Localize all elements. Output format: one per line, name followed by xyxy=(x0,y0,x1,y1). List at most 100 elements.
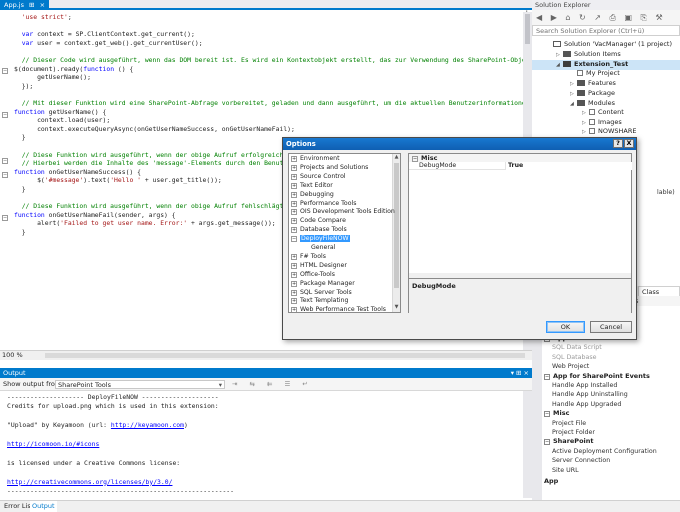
expand-icon[interactable]: + xyxy=(291,182,297,189)
solution-explorer-toolbar[interactable]: ◀ ▶ ⌂ ↻ ↗ ⎙ ▣ ⎘ ⚒ ▷ xyxy=(532,10,680,37)
collapse-icon[interactable]: − xyxy=(544,411,550,418)
group-header[interactable]: − SharePoint xyxy=(544,437,594,446)
list-item[interactable]: Active Deployment Configuration xyxy=(552,447,657,456)
zoom-level[interactable]: 100 % xyxy=(2,351,23,359)
expand-icon[interactable]: + xyxy=(291,307,297,312)
expand-icon[interactable]: + xyxy=(291,289,297,296)
tree-node[interactable]: ▷ Solution Items xyxy=(556,50,621,60)
panel-controls-icon[interactable]: ▾ ⊞ × xyxy=(511,368,529,378)
options-tree-item[interactable]: + Source Control xyxy=(291,173,346,180)
expand-icon[interactable]: + xyxy=(291,298,297,305)
options-tree-item[interactable]: + SQL Server Tools xyxy=(291,289,352,296)
expand-arrow-icon[interactable]: ◢ xyxy=(570,100,577,109)
options-tree-item[interactable]: + OIS Development Tools Edition xyxy=(291,208,395,216)
tab-app-js[interactable]: App.js ⊞ × xyxy=(0,0,50,10)
expand-arrow-icon[interactable]: ▷ xyxy=(570,90,577,99)
options-tree-item[interactable]: + Office-Tools xyxy=(291,271,335,278)
tree-node[interactable]: Solution 'VacManager' (1 project) xyxy=(546,40,672,49)
tree-node[interactable]: ▷ Package xyxy=(570,89,615,99)
group-header[interactable]: − Misc xyxy=(544,409,569,418)
expand-arrow-icon[interactable]: ▷ xyxy=(570,80,577,89)
collapse-icon[interactable]: − xyxy=(2,215,8,221)
options-tree-item[interactable]: + Projects and Solutions xyxy=(291,164,368,171)
expand-arrow-icon[interactable]: ▷ xyxy=(582,128,589,137)
expand-icon[interactable]: + xyxy=(291,200,297,207)
options-tree-item[interactable]: + Environment xyxy=(291,155,340,162)
expand-icon[interactable]: + xyxy=(291,209,297,216)
scrollbar-thumb[interactable] xyxy=(525,14,530,44)
list-item[interactable]: Project Folder xyxy=(552,428,595,437)
options-tree-item[interactable]: + Text Editor xyxy=(291,182,333,189)
output-source-select[interactable]: SharePoint Tools ▾ xyxy=(55,380,225,389)
expand-arrow-icon[interactable]: ▷ xyxy=(582,109,589,118)
collapse-icon[interactable]: − xyxy=(291,236,297,243)
hyperlink[interactable]: http://keyamoon.com xyxy=(111,421,184,429)
list-item[interactable]: SQL Database xyxy=(552,353,597,362)
expand-icon[interactable]: + xyxy=(291,253,297,260)
hyperlink[interactable]: http://creativecommons.org/licenses/by/3… xyxy=(7,478,172,486)
tree-node[interactable]: My Project xyxy=(570,69,620,78)
output-text-area[interactable]: -------------------- DeployFileNOW -----… xyxy=(0,391,532,498)
expand-icon[interactable]: + xyxy=(291,227,297,234)
expand-icon[interactable]: + xyxy=(291,173,297,180)
property-category[interactable]: − Misc xyxy=(409,154,631,162)
collapse-icon[interactable]: − xyxy=(2,158,8,164)
options-tree-item[interactable]: + Text Templating xyxy=(291,297,348,305)
expand-icon[interactable]: + xyxy=(291,156,297,162)
close-icon[interactable]: X xyxy=(624,139,634,148)
tree-node[interactable]: ▷ NOWSHARE xyxy=(582,127,637,137)
tree-node[interactable]: ▷ Content xyxy=(582,108,624,118)
options-tree-item[interactable]: General xyxy=(311,244,335,251)
options-tree-item[interactable]: + HTML Designer xyxy=(291,262,347,269)
list-item[interactable]: Handle App Installed xyxy=(552,381,617,390)
expand-icon[interactable]: + xyxy=(291,164,297,171)
list-item[interactable]: Handle App Upgraded xyxy=(552,400,621,409)
property-value[interactable]: True xyxy=(505,162,632,170)
horizontal-scrollbar[interactable] xyxy=(45,353,525,358)
options-tree-item[interactable]: + F# Tools xyxy=(291,253,326,260)
expand-icon[interactable]: + xyxy=(291,218,297,225)
collapse-icon[interactable]: − xyxy=(2,172,8,178)
ok-button[interactable]: OK xyxy=(546,321,585,333)
options-tree-item[interactable]: + Performance Tools xyxy=(291,200,356,207)
collapse-icon[interactable]: − xyxy=(2,112,8,118)
list-item[interactable]: Web Project xyxy=(552,362,589,371)
list-item[interactable]: Project File xyxy=(552,419,586,428)
expand-arrow-icon[interactable]: ◢ xyxy=(556,61,563,70)
close-icon[interactable]: × xyxy=(40,1,45,9)
property-row-debugmode[interactable]: DebugMode True xyxy=(409,162,632,170)
hyperlink[interactable]: http://icomoon.io/#icons xyxy=(7,440,99,448)
options-tree-item[interactable]: + Web Performance Test Tools xyxy=(291,306,386,312)
options-tree-item[interactable]: + Debugging xyxy=(291,191,334,198)
collapse-icon[interactable]: − xyxy=(544,439,550,446)
options-tree-scrollbar[interactable]: ▲ ▼ xyxy=(392,154,400,312)
list-item[interactable]: Server Connection xyxy=(552,456,610,465)
options-tree-item[interactable]: + Package Manager xyxy=(291,280,355,287)
list-item[interactable]: Site URL xyxy=(552,466,579,475)
expand-icon[interactable]: + xyxy=(291,280,297,287)
tree-node[interactable]: ▷ Features xyxy=(570,79,616,89)
collapse-icon[interactable]: − xyxy=(544,373,550,380)
output-scrollbar[interactable] xyxy=(523,391,532,498)
group-header[interactable]: − App for SharePoint Events xyxy=(544,372,650,381)
output-toolbar-icons[interactable]: ⇥ ⇆ ⇇ ☰ ↵ xyxy=(232,378,313,391)
list-item[interactable]: SQL Data Script xyxy=(552,343,602,352)
collapse-icon[interactable]: − xyxy=(2,68,8,74)
scroll-down-icon[interactable]: ▼ xyxy=(393,304,400,312)
expand-icon[interactable]: + xyxy=(291,191,297,198)
project-icon xyxy=(563,61,571,67)
expand-arrow-icon[interactable]: ▷ xyxy=(556,51,563,60)
tab-output[interactable]: Output xyxy=(30,501,57,512)
list-item[interactable]: Handle App Uninstalling xyxy=(552,390,628,399)
scrollbar-thumb[interactable] xyxy=(394,163,399,288)
options-tree-item[interactable]: + Code Compare xyxy=(291,217,346,225)
expand-icon[interactable]: + xyxy=(291,262,297,269)
help-icon[interactable]: ? xyxy=(613,139,623,148)
cancel-button[interactable]: Cancel xyxy=(590,321,632,333)
expand-icon[interactable]: + xyxy=(291,271,297,278)
scroll-up-icon[interactable]: ▲ xyxy=(393,154,400,162)
pin-icon[interactable]: ⊞ xyxy=(29,1,34,9)
search-input[interactable]: Search Solution Explorer (Ctrl+ü) xyxy=(532,25,680,36)
options-tree-item[interactable]: − DeployFileNOW xyxy=(291,235,350,243)
options-tree-item[interactable]: + Database Tools xyxy=(291,226,347,234)
